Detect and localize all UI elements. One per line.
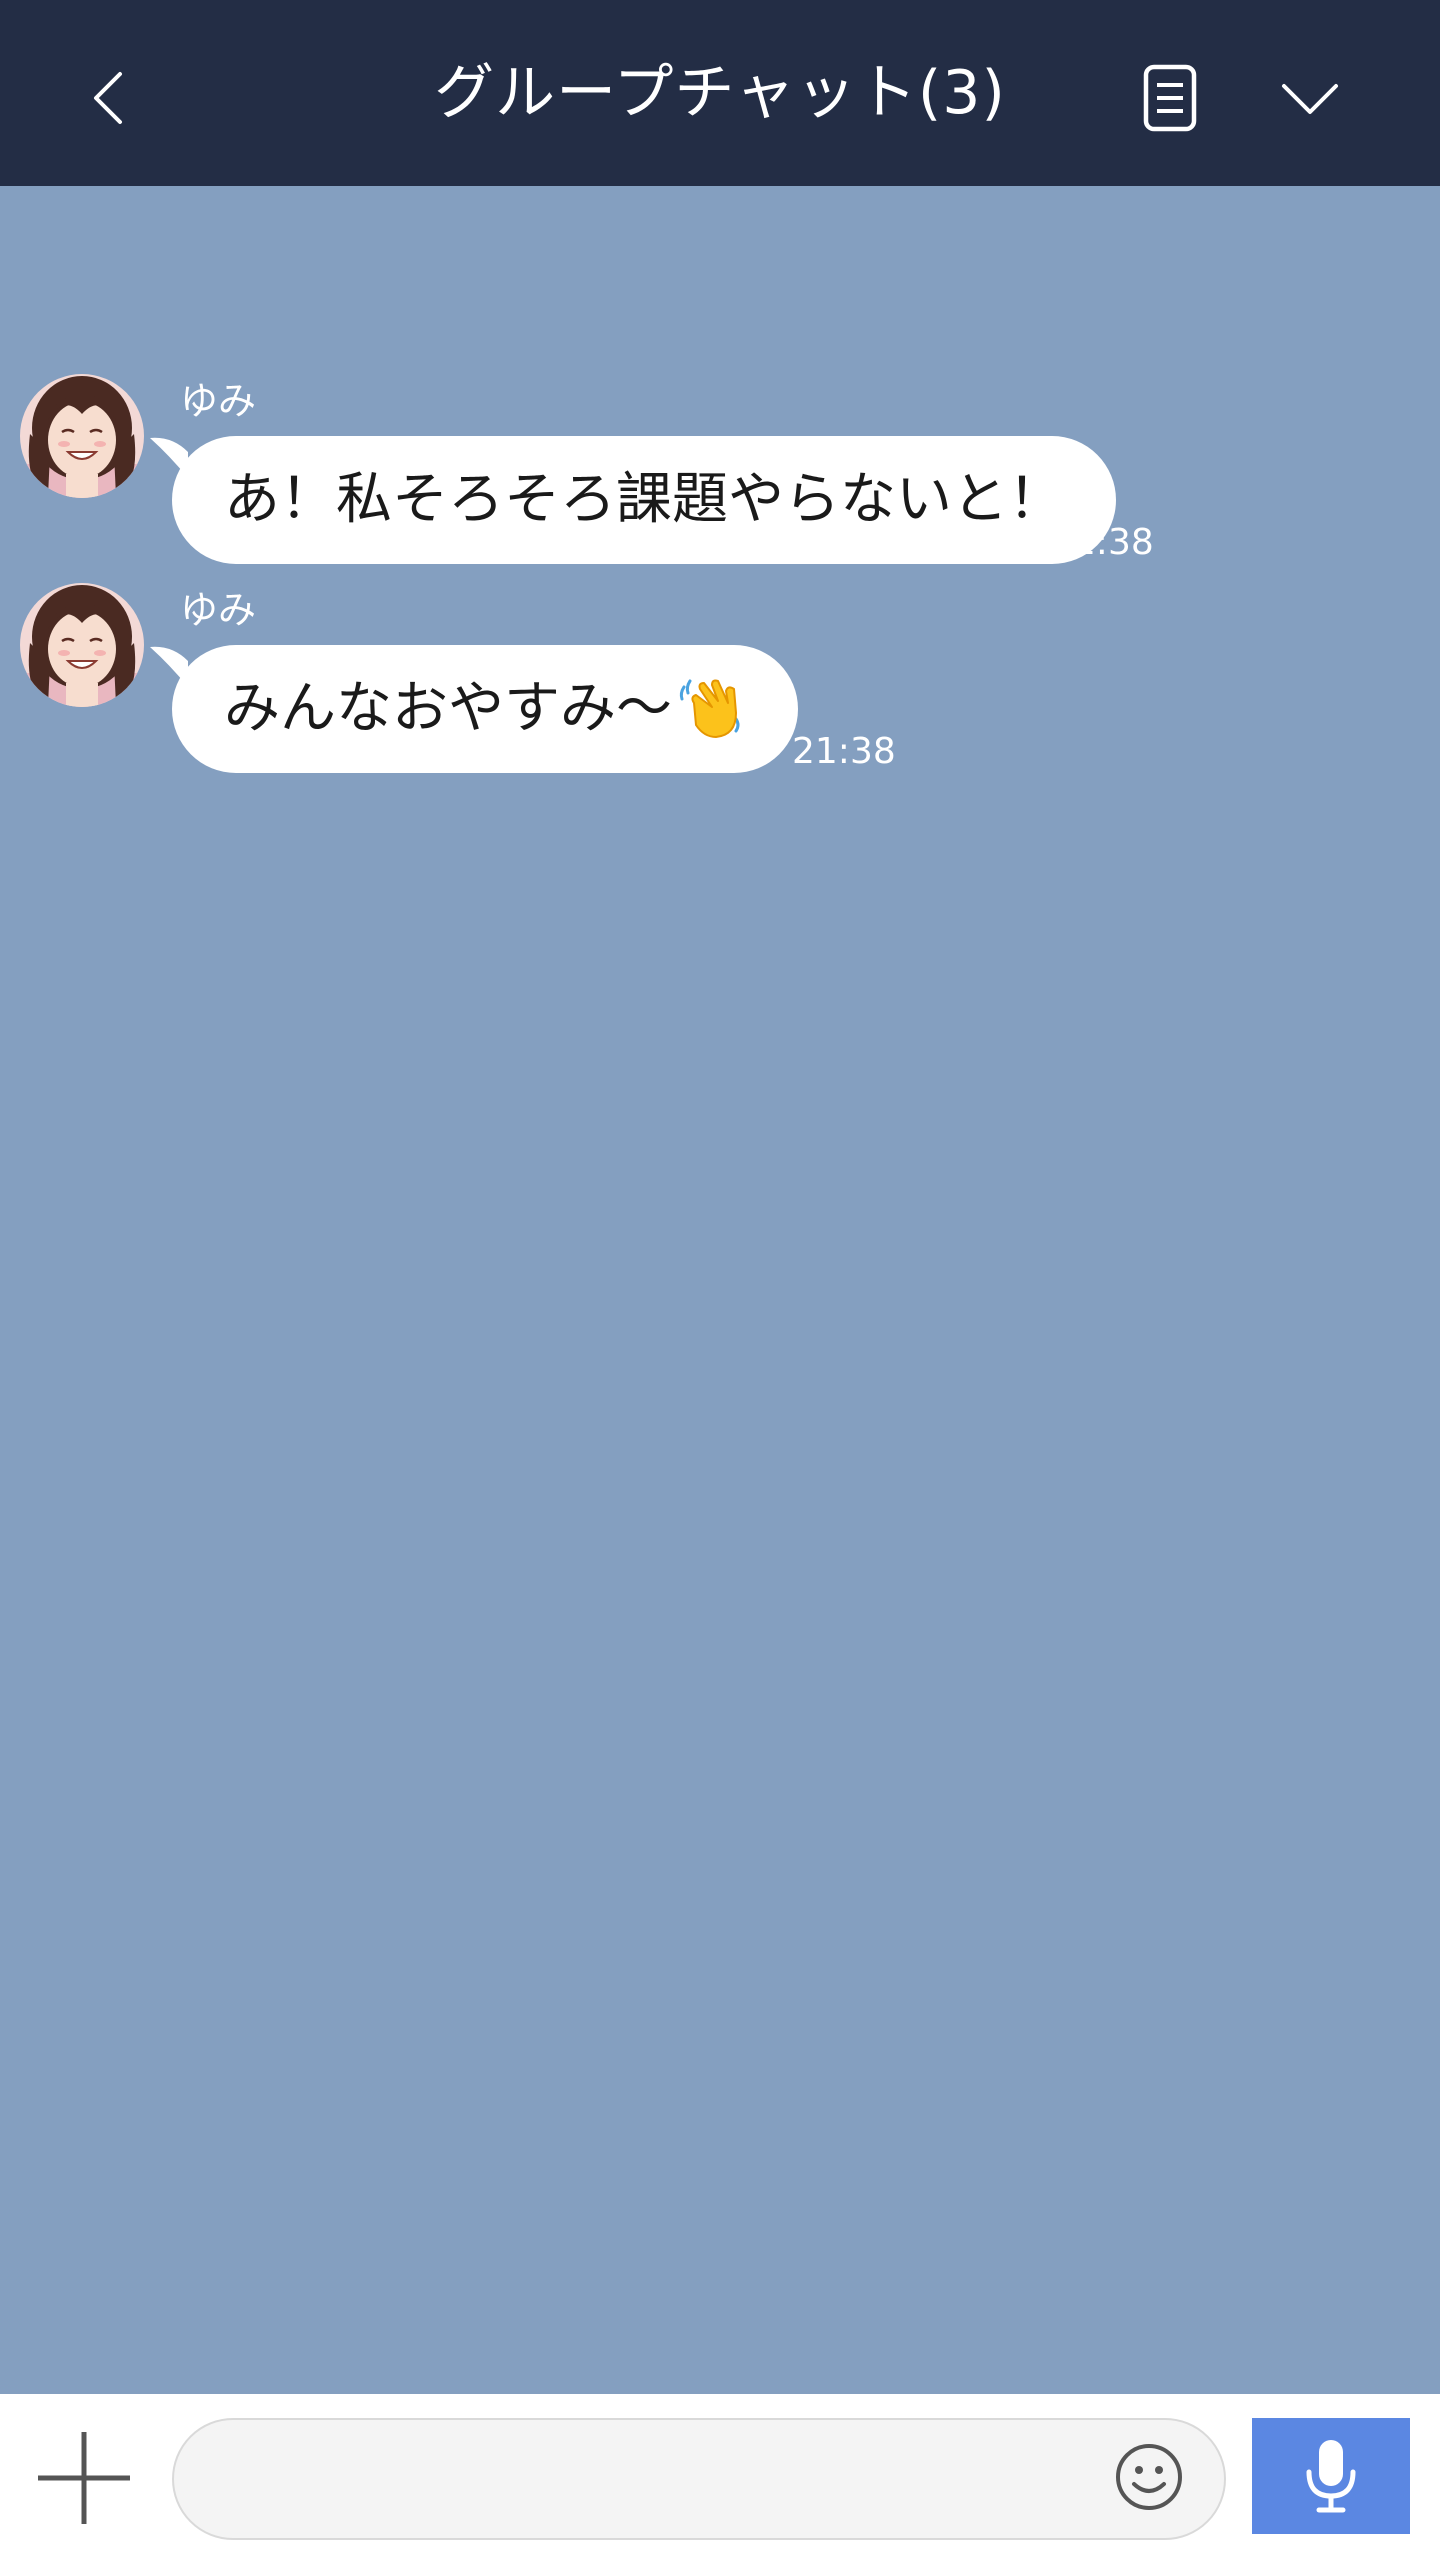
chat-area[interactable]: ゆみ あ！私そろそろ課題やらないと！ 21:38 ゆみ みんなおやすみ～ 21:…: [0, 186, 1440, 2394]
plus-button[interactable]: [34, 2428, 134, 2528]
avatar-image: [20, 583, 144, 707]
waving-hand-icon: [679, 679, 740, 738]
avatar-image: [20, 374, 144, 498]
message-text: あ！私そろそろ課題やらないと！: [224, 467, 1064, 532]
message-text: みんなおやすみ～: [224, 676, 672, 741]
sender-name: ゆみ: [180, 379, 257, 423]
message-time: 21:38: [792, 731, 896, 772]
plus-icon: [38, 2432, 130, 2524]
message-bubble[interactable]: みんなおやすみ～: [172, 645, 798, 773]
message-bubble[interactable]: あ！私そろそろ課題やらないと！: [172, 436, 1116, 564]
chat-title: グループチャット(3): [434, 58, 1006, 128]
smiley-icon: [1116, 2444, 1182, 2510]
mic-button[interactable]: [1252, 2418, 1410, 2534]
note-icon: [1143, 64, 1197, 132]
microphone-icon: [1306, 2440, 1356, 2513]
message-input[interactable]: [172, 2418, 1226, 2540]
note-button[interactable]: [1120, 48, 1220, 148]
back-button[interactable]: [60, 48, 160, 148]
message-row: ゆみ あ！私そろそろ課題やらないと！ 21:38: [0, 374, 1440, 574]
chevron-left-icon: [94, 72, 122, 124]
message-row: ゆみ みんなおやすみ～ 21:38: [0, 583, 1440, 783]
emoji-button[interactable]: [1108, 2436, 1190, 2518]
input-bar: [0, 2394, 1440, 2560]
chevron-down-icon: [1282, 84, 1338, 114]
avatar[interactable]: [20, 583, 144, 707]
message-time: 21:38: [1050, 522, 1154, 563]
menu-button[interactable]: [1260, 48, 1360, 148]
chat-header: グループチャット(3): [0, 0, 1440, 186]
sender-name: ゆみ: [180, 588, 257, 632]
avatar[interactable]: [20, 374, 144, 498]
